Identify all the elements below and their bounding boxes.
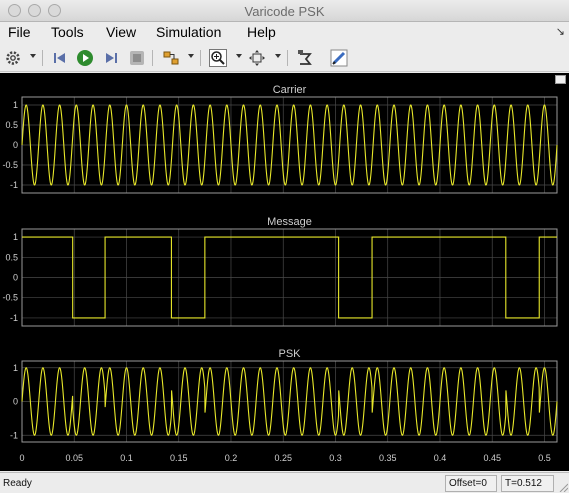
- y-tick-label: -1: [10, 180, 18, 190]
- scope-display: Carrier 1 0.5 0 -0.5 -1 Message 1 0.5 0 -0.5 -1 PSK 1…: [0, 73, 569, 471]
- toolbar-separator: [287, 50, 288, 66]
- x-tick-label: 0.45: [483, 453, 501, 463]
- fit-to-view-icon[interactable]: [248, 49, 266, 67]
- x-tick-label: 0.3: [329, 453, 342, 463]
- zoom-dropdown-icon[interactable]: [236, 54, 242, 58]
- gear-dropdown-icon[interactable]: [30, 54, 36, 58]
- toolbar-separator: [42, 50, 43, 66]
- toolbar-separator: [200, 50, 201, 66]
- menu-help[interactable]: Help: [247, 24, 276, 40]
- time-readout: T=0.512: [501, 475, 554, 492]
- menu-bar: File Tools View Simulation Help ↘: [0, 22, 569, 44]
- stop-icon[interactable]: [128, 49, 146, 67]
- autoscale-icon[interactable]: [296, 49, 314, 67]
- window-title: Varicode PSK: [244, 4, 325, 19]
- x-tick-label: 0.15: [170, 453, 188, 463]
- menu-tools[interactable]: Tools: [51, 24, 84, 40]
- x-tick-label: 0.25: [274, 453, 292, 463]
- x-tick-label: 0.2: [225, 453, 238, 463]
- gear-icon[interactable]: [4, 49, 22, 67]
- toolbar-separator: [152, 50, 153, 66]
- y-tick-label: -0.5: [2, 160, 18, 170]
- highlight-dropdown-icon[interactable]: [188, 54, 194, 58]
- status-text: Ready: [3, 478, 32, 489]
- y-tick-label: 1: [13, 232, 18, 242]
- y-tick-label: -0.5: [2, 293, 18, 303]
- resize-grip-icon[interactable]: [558, 482, 568, 492]
- panel-title-psk: PSK: [278, 348, 301, 360]
- run-icon[interactable]: [76, 49, 94, 67]
- zoom-in-icon[interactable]: [209, 49, 227, 67]
- undock-icon[interactable]: [555, 75, 566, 84]
- menu-simulation[interactable]: Simulation: [156, 24, 221, 40]
- menu-file[interactable]: File: [8, 24, 31, 40]
- x-tick-label: 0.5: [538, 453, 551, 463]
- y-tick-label: 0.5: [5, 252, 18, 262]
- y-tick-label: 0.5: [5, 120, 18, 130]
- y-tick-label: 1: [13, 100, 18, 110]
- x-tick-label: 0.1: [120, 453, 133, 463]
- step-forward-icon[interactable]: [102, 49, 120, 67]
- highlight-block-icon[interactable]: [162, 49, 180, 67]
- toolbar: [0, 44, 569, 72]
- edit-icon[interactable]: [330, 49, 348, 67]
- panel-title-carrier: Carrier: [273, 84, 307, 96]
- y-tick-label: 0: [13, 140, 18, 150]
- y-tick-label: 1: [13, 363, 18, 373]
- title-bar: Varicode PSK: [0, 0, 569, 22]
- scope-plots: Carrier 1 0.5 0 -0.5 -1 Message 1 0.5 0 -0.5 -1 PSK 1…: [2, 84, 558, 463]
- y-tick-label: -1: [10, 313, 18, 323]
- step-back-icon[interactable]: [51, 49, 69, 67]
- offset-readout: Offset=0: [445, 475, 497, 492]
- status-bar: Ready Offset=0 T=0.512: [0, 472, 569, 493]
- menu-view[interactable]: View: [106, 24, 136, 40]
- fit-dropdown-icon[interactable]: [275, 54, 281, 58]
- x-tick-label: 0.05: [65, 453, 83, 463]
- y-tick-label: 0: [13, 273, 18, 283]
- panel-title-message: Message: [267, 216, 312, 228]
- x-tick-label: 0: [19, 453, 24, 463]
- y-tick-label: 0: [13, 397, 18, 407]
- y-tick-label: -1: [10, 430, 18, 440]
- dock-arrow-icon[interactable]: ↘: [556, 25, 565, 38]
- x-tick-label: 0.4: [434, 453, 447, 463]
- x-tick-label: 0.35: [379, 453, 397, 463]
